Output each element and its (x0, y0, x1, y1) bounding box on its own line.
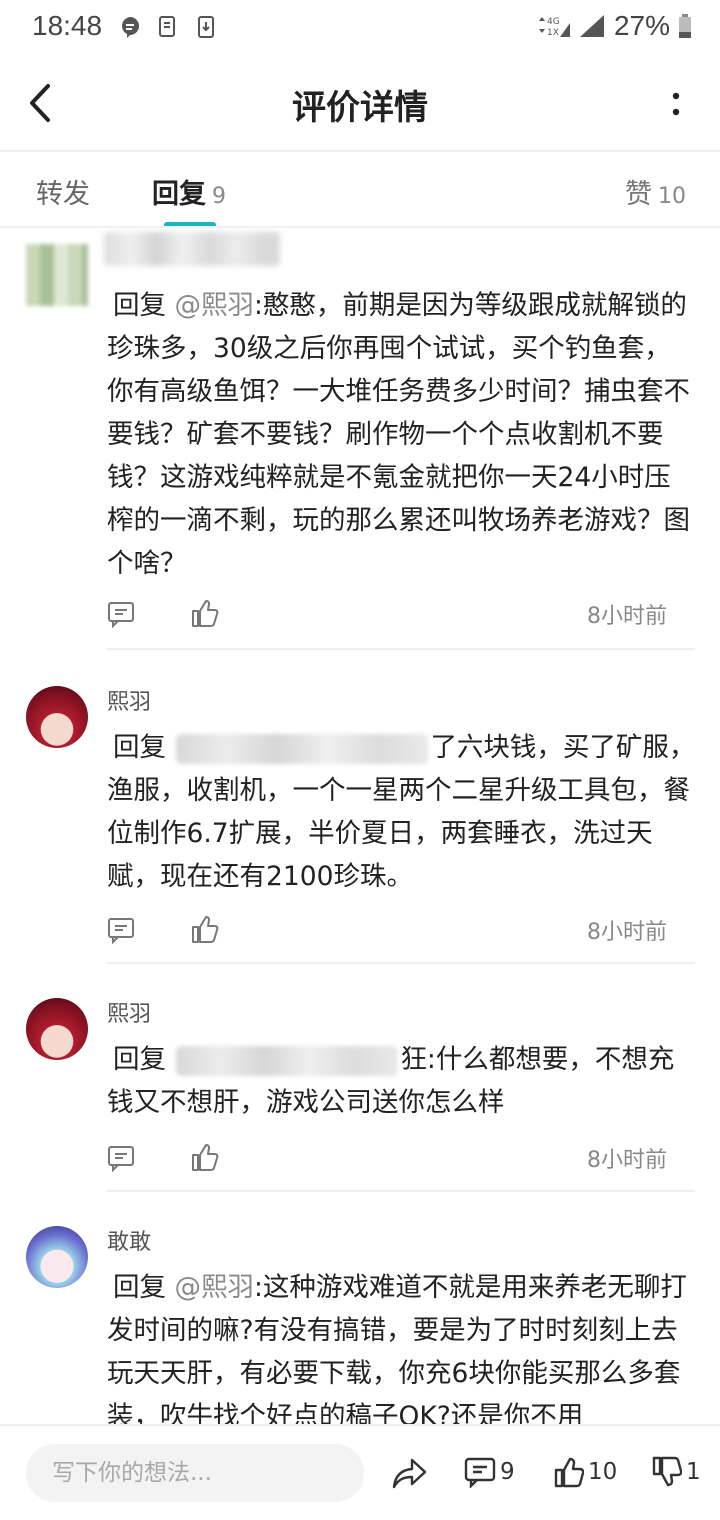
list-item: 敢敢 回复 @熙羽:这种游戏难道不就是用来养老无聊打发时间的嘛?有没有搞错，要是… (0, 1192, 720, 1424)
reply-text: 回复 狂:什么都想要，不想充钱又不想肝，游戏公司送你怎么样 (107, 1038, 697, 1124)
signal-icon (579, 15, 604, 37)
list-item: 熙羽 回复 狂:什么都想要，不想充钱又不想肝，游戏公司送你怎么样 8小时前 (0, 964, 720, 1192)
username: 敢敢 (107, 1230, 152, 1255)
mention-link[interactable]: @熙羽 (174, 290, 254, 321)
tab-reply-count: 9 (212, 184, 226, 209)
tab-repost[interactable]: 转发 (36, 172, 90, 211)
mention-blurred[interactable] (176, 1045, 399, 1076)
reply-text: 回复 @熙羽:憨憨，前期是因为等级跟成就解锁的珍珠多，30级之后你再囤个试试，买… (107, 284, 697, 585)
like-count: 10 (588, 1459, 618, 1485)
comment-icon[interactable] (107, 600, 135, 628)
dislike-button[interactable]: 1 (652, 1452, 701, 1492)
reply-time: 8小时前 (587, 1148, 667, 1173)
tab-like-count: 10 (658, 184, 686, 209)
comment-input[interactable] (26, 1444, 364, 1502)
avatar[interactable] (26, 686, 88, 748)
page-title: 评价详情 (292, 88, 428, 128)
reply-content: :憨憨，前期是因为等级跟成就解锁的珍珠多，30级之后你再囤个试试，买个钓鱼套，你… (107, 290, 690, 579)
reply-prefix: 回复 (113, 1044, 166, 1075)
more-icon[interactable] (668, 84, 684, 124)
comment-icon (464, 1457, 496, 1488)
status-right: 4G 1X 27% (536, 10, 692, 42)
reply-time: 8小时前 (587, 920, 667, 945)
username: 熙羽 (107, 690, 152, 715)
tab-repost-label: 转发 (36, 179, 90, 210)
status-time: 18:48 (32, 10, 103, 41)
share-icon[interactable] (392, 1456, 428, 1490)
reply-time: 8小时前 (587, 604, 667, 629)
reply-count: 9 (500, 1459, 515, 1485)
document-notification-icon (159, 16, 175, 37)
thumbs-up-icon[interactable] (191, 1142, 219, 1172)
avatar[interactable] (26, 1226, 88, 1288)
bottom-bar: 9 10 1 (0, 1424, 720, 1520)
reply-count-button[interactable]: 9 (464, 1452, 515, 1492)
like-button[interactable]: 10 (554, 1452, 617, 1492)
reply-actions: 8小时前 (107, 596, 695, 636)
tab-like-label: 赞 (625, 179, 652, 210)
notification-icons (118, 14, 218, 40)
dislike-count: 1 (686, 1459, 701, 1485)
reply-list[interactable]: 回复 @熙羽:憨憨，前期是因为等级跟成就解锁的珍珠多，30级之后你再囤个试试，买… (0, 228, 720, 1424)
reply-actions: 8小时前 (107, 912, 695, 952)
status-bar: 18:48 4G 1X 27% (0, 0, 720, 56)
message-notification-icon (122, 17, 139, 38)
tab-like[interactable]: 赞 10 (625, 172, 686, 211)
network-type-label: 4G (547, 17, 560, 27)
reply-text: 回复 了六块钱，买了矿服，渔服，收割机，一个一星两个二星升级工具包，餐位制作6.… (107, 726, 697, 898)
data-arrows-icon: 4G1X (538, 17, 570, 38)
reply-prefix: 回复 (113, 1272, 166, 1303)
reply-text: 回复 @熙羽:这种游戏难道不就是用来养老无聊打发时间的嘛?有没有搞错，要是为了时… (107, 1266, 697, 1424)
username: 熙羽 (107, 1002, 152, 1027)
mention-link[interactable]: @熙羽 (174, 1272, 254, 1303)
battery-icon (679, 14, 691, 38)
mention-blurred[interactable] (176, 733, 429, 764)
svg-text:1X: 1X (547, 28, 559, 38)
thumbs-up-icon[interactable] (191, 914, 219, 944)
list-item: 熙羽 回复 了六块钱，买了矿服，渔服，收割机，一个一星两个二星升级工具包，餐位制… (0, 650, 720, 964)
reply-prefix: 回复 (113, 732, 166, 763)
tab-reply[interactable]: 回复 9 (152, 172, 226, 211)
app-header: 评价详情 (0, 58, 720, 148)
username-blurred (104, 232, 280, 266)
tab-reply-label: 回复 (152, 179, 206, 210)
list-item: 回复 @熙羽:憨憨，前期是因为等级跟成就解锁的珍珠多，30级之后你再囤个试试，买… (0, 228, 720, 650)
avatar[interactable] (26, 998, 88, 1060)
thumbs-up-icon (554, 1457, 584, 1488)
reply-actions: 8小时前 (107, 1140, 695, 1180)
thumbs-down-icon (652, 1456, 682, 1487)
comment-icon[interactable] (107, 916, 135, 944)
download-notification-icon (198, 16, 214, 38)
tab-bar: 转发 回复 9 赞 10 (0, 152, 720, 228)
avatar[interactable] (26, 244, 88, 306)
thumbs-up-icon[interactable] (191, 598, 219, 628)
reply-prefix: 回复 (113, 290, 166, 321)
battery-percent: 27% (613, 10, 670, 41)
comment-icon[interactable] (107, 1144, 135, 1172)
